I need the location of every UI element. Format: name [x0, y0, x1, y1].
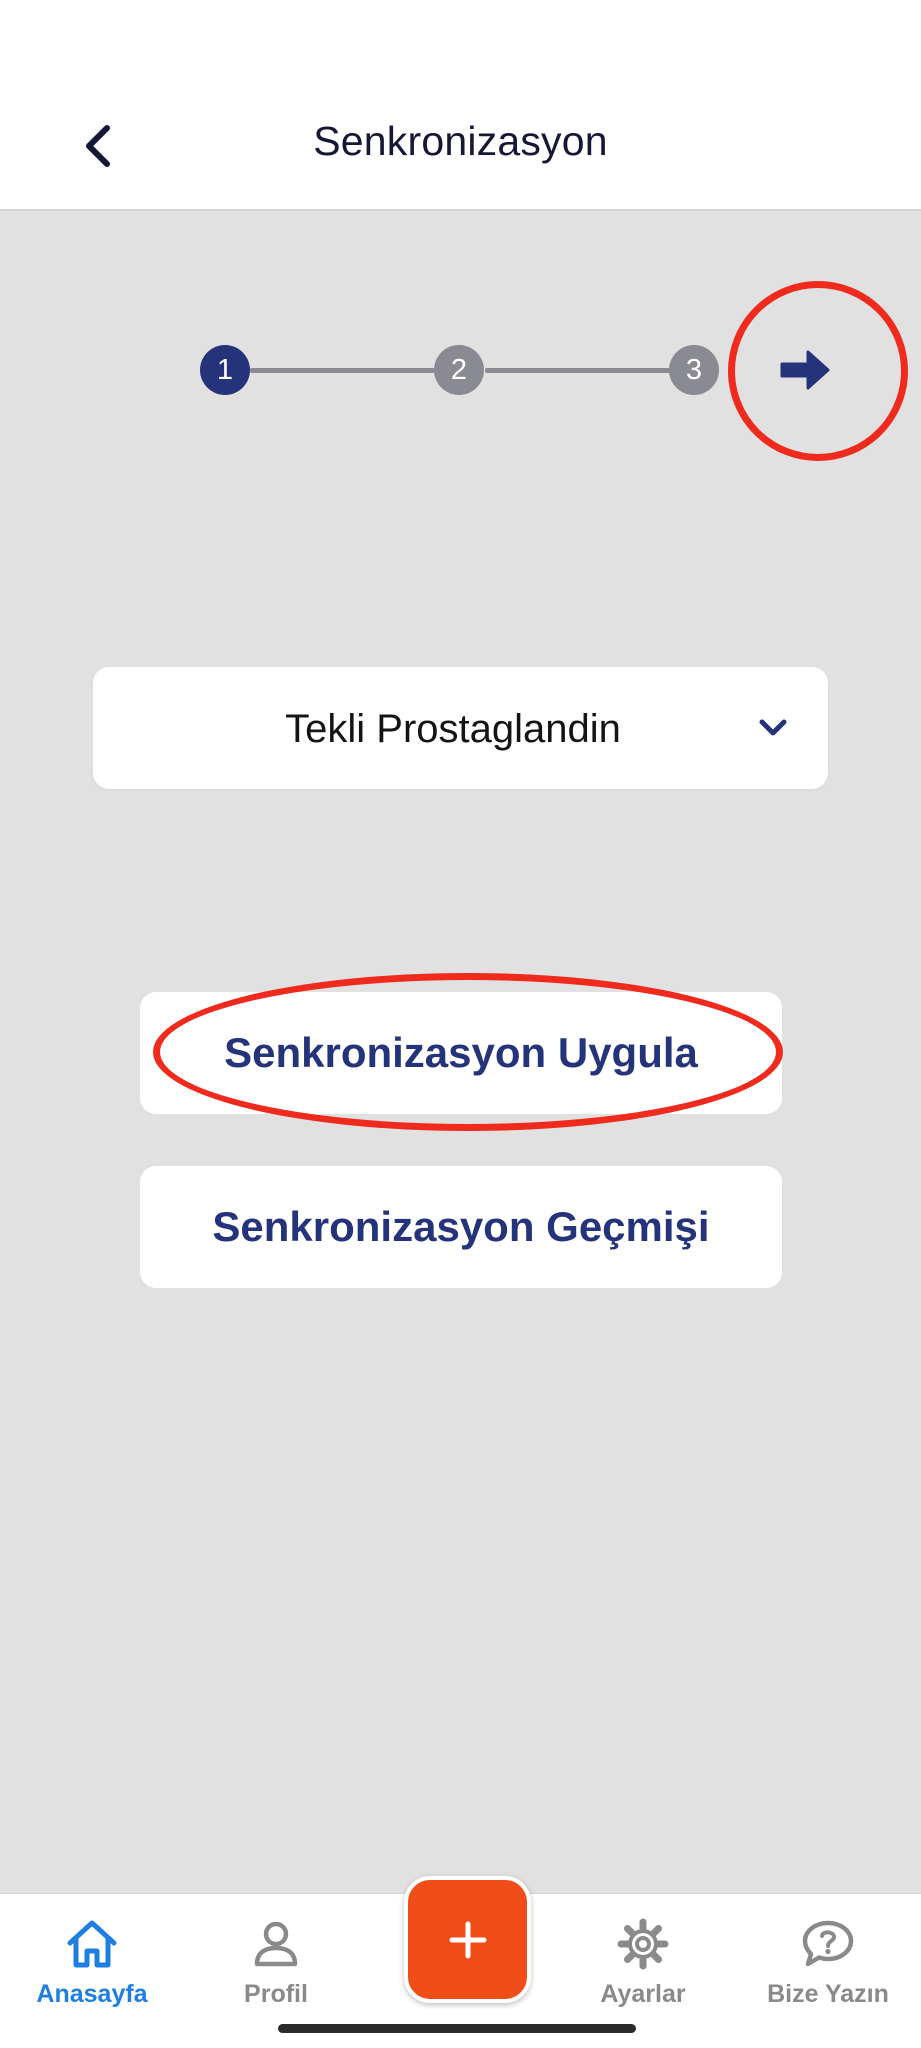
nav-label: Profil	[244, 1980, 308, 2008]
step-connector	[250, 368, 435, 373]
step-indicator: 1 2 3	[0, 0, 921, 480]
arrow-right-icon	[780, 350, 830, 390]
next-step-button[interactable]	[770, 340, 840, 400]
apply-sync-button[interactable]: Senkronizasyon Uygula	[140, 992, 782, 1114]
nav-item-contact[interactable]: Bize Yazın	[738, 1916, 918, 2016]
nav-item-settings[interactable]: Ayarlar	[553, 1916, 733, 2016]
step-number: 1	[216, 353, 234, 386]
add-button[interactable]	[404, 1876, 531, 2003]
step-1[interactable]: 1	[200, 345, 250, 395]
protocol-select-value: Tekli Prostaglandin	[285, 707, 621, 751]
home-indicator	[278, 2024, 636, 2033]
step-number: 3	[685, 353, 703, 386]
nav-item-home[interactable]: Anasayfa	[2, 1916, 182, 2016]
gear-icon	[615, 1916, 671, 1972]
plus-icon	[449, 1921, 486, 1958]
step-connector	[485, 368, 670, 373]
user-icon	[248, 1916, 304, 1972]
nav-label: Bize Yazın	[767, 1980, 889, 2008]
chevron-down-icon	[759, 719, 787, 736]
step-number: 2	[450, 353, 468, 386]
nav-item-profile[interactable]: Profil	[186, 1916, 366, 2016]
question-chat-icon	[800, 1916, 856, 1972]
sync-history-button[interactable]: Senkronizasyon Geçmişi	[140, 1166, 782, 1288]
protocol-select[interactable]: Tekli Prostaglandin	[93, 667, 828, 789]
step-2[interactable]: 2	[434, 345, 484, 395]
step-3[interactable]: 3	[669, 345, 719, 395]
nav-label: Ayarlar	[600, 1980, 686, 2008]
nav-label: Anasayfa	[36, 1980, 148, 2008]
home-icon	[64, 1916, 120, 1972]
